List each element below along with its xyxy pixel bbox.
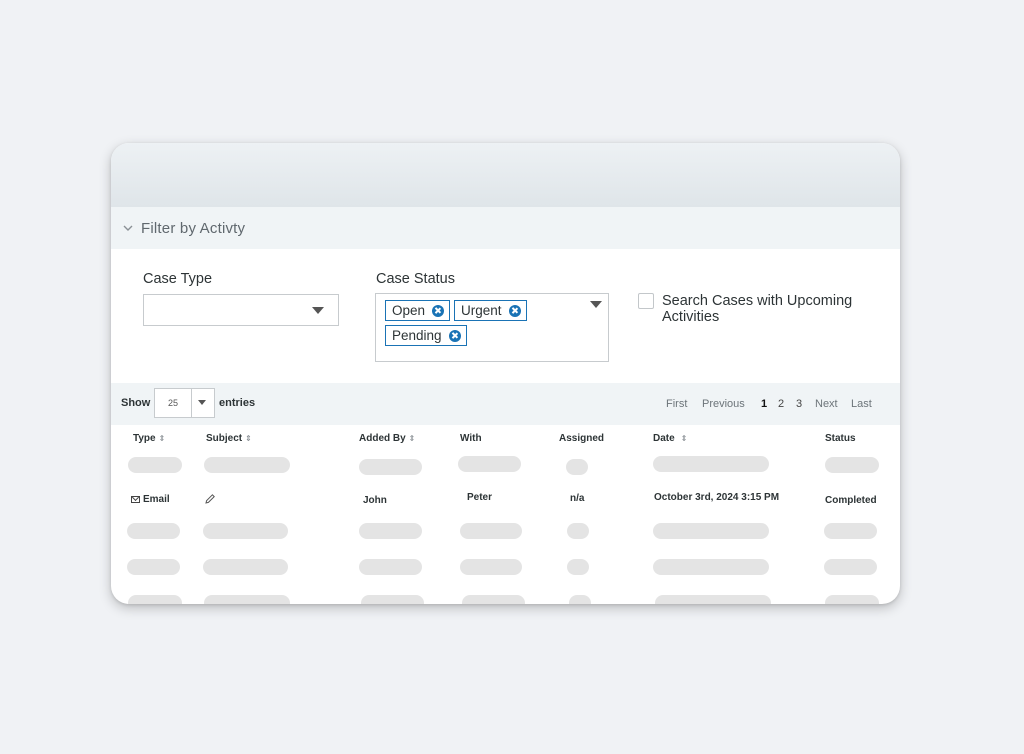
placeholder-cell bbox=[204, 457, 290, 473]
cell-added-by: John bbox=[363, 495, 387, 506]
status-tag-open: Open bbox=[385, 300, 451, 321]
entries-label: entries bbox=[219, 397, 256, 409]
placeholder-cell bbox=[359, 523, 422, 539]
pagination-previous[interactable]: Previous bbox=[702, 398, 745, 410]
cell-assigned: n/a bbox=[570, 493, 585, 504]
pagination-last[interactable]: Last bbox=[851, 398, 872, 410]
column-header-label: Added By bbox=[359, 433, 406, 444]
remove-tag-icon[interactable] bbox=[508, 304, 521, 317]
placeholder-cell bbox=[460, 559, 522, 575]
pagination-page-1[interactable]: 1 bbox=[761, 398, 767, 410]
status-tag-pending: Pending bbox=[385, 325, 467, 346]
column-header-label: Date bbox=[653, 433, 675, 444]
column-header-label: Assigned bbox=[559, 433, 605, 444]
case-status-label: Case Status bbox=[376, 271, 455, 287]
placeholder-cell bbox=[462, 595, 525, 604]
placeholder-cell bbox=[655, 595, 771, 604]
card-header bbox=[111, 143, 900, 207]
placeholder-cell bbox=[204, 595, 290, 604]
column-header-label: Status bbox=[825, 433, 856, 444]
table-toolbar: Show 25 entries First Previous 1 2 3 Nex… bbox=[111, 383, 900, 425]
column-header-label: Subject bbox=[206, 433, 243, 444]
status-tag-label: Pending bbox=[392, 328, 442, 343]
placeholder-cell bbox=[458, 456, 521, 472]
placeholder-cell bbox=[824, 559, 877, 575]
cell-type-label: Email bbox=[143, 494, 170, 505]
cell-subject bbox=[204, 493, 216, 505]
cell-status: Completed bbox=[825, 495, 877, 506]
status-tag-label: Urgent bbox=[461, 303, 502, 318]
column-header-date[interactable]: Date ⇕ bbox=[653, 433, 687, 444]
column-header-type[interactable]: Type ⇕ bbox=[133, 433, 165, 444]
remove-tag-icon[interactable] bbox=[448, 329, 461, 342]
column-header-subject[interactable]: Subject ⇕ bbox=[206, 433, 252, 444]
entries-divider bbox=[191, 389, 192, 417]
placeholder-cell bbox=[825, 457, 879, 473]
placeholder-cell bbox=[567, 559, 589, 575]
sort-icon: ⇕ bbox=[245, 434, 252, 443]
placeholder-cell bbox=[567, 523, 589, 539]
column-header-added-by[interactable]: Added By ⇕ bbox=[359, 433, 415, 444]
cell-date: October 3rd, 2024 3:15 PM bbox=[654, 492, 780, 503]
placeholder-cell bbox=[569, 595, 591, 604]
placeholder-cell bbox=[824, 523, 877, 539]
upcoming-activities-checkbox[interactable] bbox=[638, 293, 654, 309]
placeholder-cell bbox=[359, 459, 422, 475]
placeholder-cell bbox=[203, 523, 288, 539]
entries-select[interactable]: 25 bbox=[154, 388, 215, 418]
placeholder-cell bbox=[127, 523, 180, 539]
sort-icon: ⇕ bbox=[158, 434, 166, 443]
status-tag-urgent: Urgent bbox=[454, 300, 527, 321]
pagination-first[interactable]: First bbox=[666, 398, 687, 410]
remove-tag-icon[interactable] bbox=[432, 304, 445, 317]
placeholder-cell bbox=[653, 523, 769, 539]
placeholder-cell bbox=[653, 559, 769, 575]
placeholder-cell bbox=[460, 523, 522, 539]
placeholder-cell bbox=[127, 559, 180, 575]
dropdown-arrow-icon bbox=[312, 307, 324, 314]
pencil-icon[interactable] bbox=[204, 493, 216, 505]
placeholder-cell bbox=[128, 457, 182, 473]
column-header-assigned[interactable]: Assigned bbox=[559, 433, 604, 444]
placeholder-cell bbox=[653, 456, 769, 472]
case-status-multiselect[interactable]: Open Urgent Pending bbox=[375, 293, 609, 362]
sort-icon: ⇕ bbox=[680, 434, 688, 443]
upcoming-activities-label: Search Cases with Upcoming Activities bbox=[662, 293, 853, 325]
show-label: Show bbox=[121, 397, 151, 409]
dropdown-arrow-icon bbox=[590, 301, 602, 308]
cell-with: Peter bbox=[467, 492, 493, 503]
placeholder-cell bbox=[359, 559, 422, 575]
pagination-page-2[interactable]: 2 bbox=[778, 398, 784, 410]
chevron-down-icon bbox=[123, 225, 133, 231]
case-type-label: Case Type bbox=[143, 271, 213, 287]
column-header-with[interactable]: With bbox=[460, 433, 482, 444]
placeholder-cell bbox=[203, 559, 288, 575]
filter-title: Filter by Activty bbox=[141, 219, 246, 237]
dropdown-arrow-icon bbox=[198, 400, 206, 405]
column-header-status[interactable]: Status bbox=[825, 433, 856, 444]
filter-section-toggle[interactable]: Filter by Activty bbox=[111, 207, 900, 249]
placeholder-cell bbox=[825, 595, 879, 604]
mail-icon bbox=[131, 496, 140, 503]
placeholder-cell bbox=[566, 459, 588, 475]
status-tag-label: Open bbox=[392, 303, 426, 318]
pagination-next[interactable]: Next bbox=[815, 398, 838, 410]
column-header-label: With bbox=[460, 433, 482, 444]
cell-type: Email bbox=[131, 494, 170, 505]
entries-value: 25 bbox=[168, 398, 179, 408]
sort-icon: ⇕ bbox=[408, 434, 416, 443]
placeholder-cell bbox=[128, 595, 182, 604]
pagination-page-3[interactable]: 3 bbox=[796, 398, 802, 410]
column-header-label: Type bbox=[133, 433, 156, 444]
placeholder-cell bbox=[361, 595, 424, 604]
activity-card: Filter by Activty Case Type Case Status … bbox=[111, 143, 900, 604]
case-type-select[interactable] bbox=[143, 294, 339, 326]
